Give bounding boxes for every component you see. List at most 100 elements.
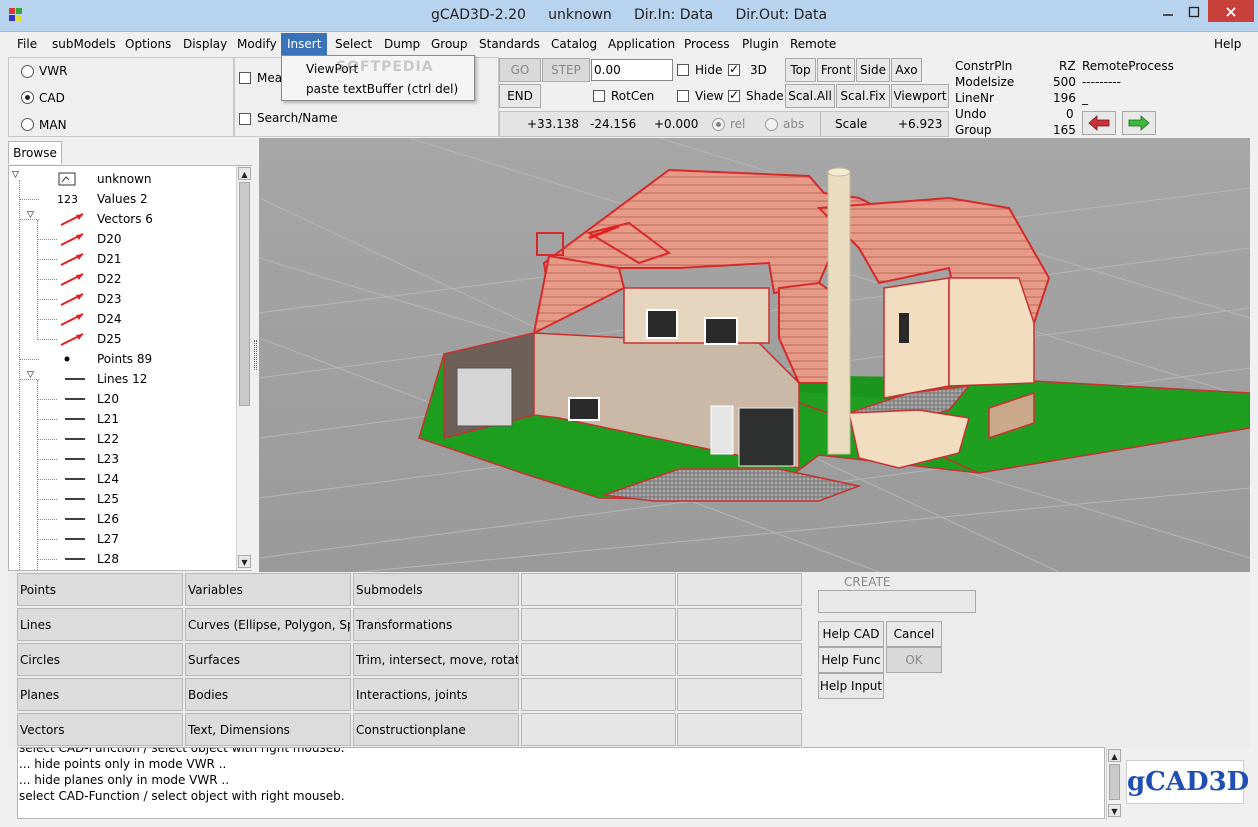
tree-expander-icon[interactable]: ▽ [27, 370, 34, 380]
tree-item[interactable]: D23 [9, 289, 239, 309]
tree-scrollbar[interactable]: ▲ ▼ [236, 166, 252, 570]
menu-modify[interactable]: Modify [231, 33, 283, 55]
scal-fix-button[interactable]: Scal.Fix [836, 84, 890, 108]
menu-plugin[interactable]: Plugin [736, 33, 785, 55]
func-slot-empty[interactable] [521, 678, 676, 711]
cancel-button[interactable]: Cancel [886, 621, 942, 647]
tree-item[interactable]: ▽ Vectors 6 [9, 209, 239, 229]
menu-item-paste-textbuffer[interactable]: paste textBuffer (ctrl del) [306, 82, 458, 96]
scroll-thumb[interactable] [1109, 764, 1120, 800]
menu-select[interactable]: Select [329, 33, 378, 55]
scroll-thumb[interactable] [239, 182, 250, 406]
step-button[interactable]: STEP [542, 58, 590, 82]
func-slot-empty[interactable] [677, 678, 802, 711]
func-circles[interactable]: Circles [17, 643, 183, 676]
func-variables[interactable]: Variables [185, 573, 351, 606]
tree-item[interactable]: L24 [9, 469, 239, 489]
menu-insert[interactable]: Insert [281, 33, 328, 55]
minimize-icon[interactable] [1155, 0, 1181, 22]
menu-help[interactable]: Help [1208, 33, 1247, 55]
tree-item[interactable]: L22 [9, 429, 239, 449]
tree-item[interactable]: 123 Values 2 [9, 189, 239, 209]
menu-dump[interactable]: Dump [378, 33, 426, 55]
arrow-left-icon[interactable] [1082, 111, 1116, 135]
scal-all-button[interactable]: Scal.All [785, 84, 835, 108]
menu-remote[interactable]: Remote [784, 33, 842, 55]
func-lines[interactable]: Lines [17, 608, 183, 641]
create-input[interactable] [818, 590, 976, 613]
func-slot-empty[interactable] [677, 643, 802, 676]
end-button[interactable]: END [499, 84, 541, 108]
search-name-checkbox[interactable] [239, 113, 251, 125]
func-text-dimensions[interactable]: Text, Dimensions [185, 713, 351, 746]
ok-button[interactable]: OK [886, 647, 942, 673]
splitter-handle[interactable] [254, 340, 257, 370]
menu-file[interactable]: File [11, 33, 43, 55]
tree-item[interactable]: L26 [9, 509, 239, 529]
abs-radio[interactable] [765, 118, 778, 131]
func-slot-empty[interactable] [677, 608, 802, 641]
func-interactions[interactable]: Interactions, joints [353, 678, 519, 711]
view-axo-button[interactable]: Axo [891, 58, 922, 82]
view-front-button[interactable]: Front [817, 58, 855, 82]
func-bodies[interactable]: Bodies [185, 678, 351, 711]
menu-standards[interactable]: Standards [473, 33, 546, 55]
tree-item[interactable]: Points 89 [9, 349, 239, 369]
func-slot-empty[interactable] [521, 608, 676, 641]
func-slot-empty[interactable] [521, 713, 676, 746]
graphics-viewport[interactable] [259, 138, 1250, 572]
close-icon[interactable] [1208, 0, 1254, 22]
tree-item[interactable]: D25 [9, 329, 239, 349]
value-input[interactable]: 0.00 [591, 59, 673, 81]
func-trim-intersect[interactable]: Trim, intersect, move, rotate [353, 643, 519, 676]
tree-item[interactable]: ▽ unknown [9, 169, 239, 189]
func-constructionplane[interactable]: Constructionplane [353, 713, 519, 746]
scroll-up-icon[interactable]: ▲ [1108, 749, 1121, 762]
func-vectors[interactable]: Vectors [17, 713, 183, 746]
view-top-button[interactable]: Top [785, 58, 816, 82]
go-button[interactable]: GO [499, 58, 541, 82]
tree-item[interactable]: L20 [9, 389, 239, 409]
menu-options[interactable]: Options [119, 33, 177, 55]
tree-item[interactable]: ▽ Lines 12 [9, 369, 239, 389]
mode-vwr-radio[interactable] [21, 65, 34, 78]
func-slot-empty[interactable] [521, 573, 676, 606]
menu-application[interactable]: Application [602, 33, 681, 55]
tree-item[interactable]: L23 [9, 449, 239, 469]
help-func-button[interactable]: Help Func [818, 647, 884, 673]
tree-item[interactable]: D21 [9, 249, 239, 269]
view-side-button[interactable]: Side [856, 58, 890, 82]
func-slot-empty[interactable] [677, 713, 802, 746]
func-submodels[interactable]: Submodels [353, 573, 519, 606]
measure-checkbox[interactable] [239, 72, 251, 84]
func-surfaces[interactable]: Surfaces [185, 643, 351, 676]
viewport-button[interactable]: Viewport [891, 84, 949, 108]
scroll-up-icon[interactable]: ▲ [238, 167, 251, 180]
tree-expander-icon[interactable]: ▽ [12, 170, 19, 180]
menu-display[interactable]: Display [177, 33, 233, 55]
help-input-button[interactable]: Help Input [818, 673, 884, 699]
menu-submodels[interactable]: subModels [46, 33, 122, 55]
3d-checkbox[interactable] [728, 62, 740, 76]
maximize-icon[interactable] [1181, 0, 1207, 22]
tree-item[interactable]: L28 [9, 549, 239, 569]
func-transformations[interactable]: Transformations [353, 608, 519, 641]
message-scrollbar[interactable]: ▲ ▼ [1106, 748, 1122, 820]
tree-item[interactable]: D20 [9, 229, 239, 249]
hide-checkbox[interactable] [677, 64, 689, 76]
func-points[interactable]: Points [17, 573, 183, 606]
scroll-down-icon[interactable]: ▼ [1108, 804, 1121, 817]
tree-item[interactable]: L21 [9, 409, 239, 429]
view-checkbox[interactable] [677, 90, 689, 102]
tab-browse[interactable]: Browse [8, 141, 62, 164]
tree-expander-icon[interactable]: ▽ [27, 210, 34, 220]
func-curves[interactable]: Curves (Ellipse, Polygon, Spli [185, 608, 351, 641]
tree-item[interactable]: L27 [9, 529, 239, 549]
func-planes[interactable]: Planes [17, 678, 183, 711]
tree-item[interactable]: D22 [9, 269, 239, 289]
mode-man-radio[interactable] [21, 118, 34, 131]
func-slot-empty[interactable] [677, 573, 802, 606]
rel-radio[interactable] [712, 118, 725, 131]
help-cad-button[interactable]: Help CAD [818, 621, 884, 647]
func-slot-empty[interactable] [521, 643, 676, 676]
